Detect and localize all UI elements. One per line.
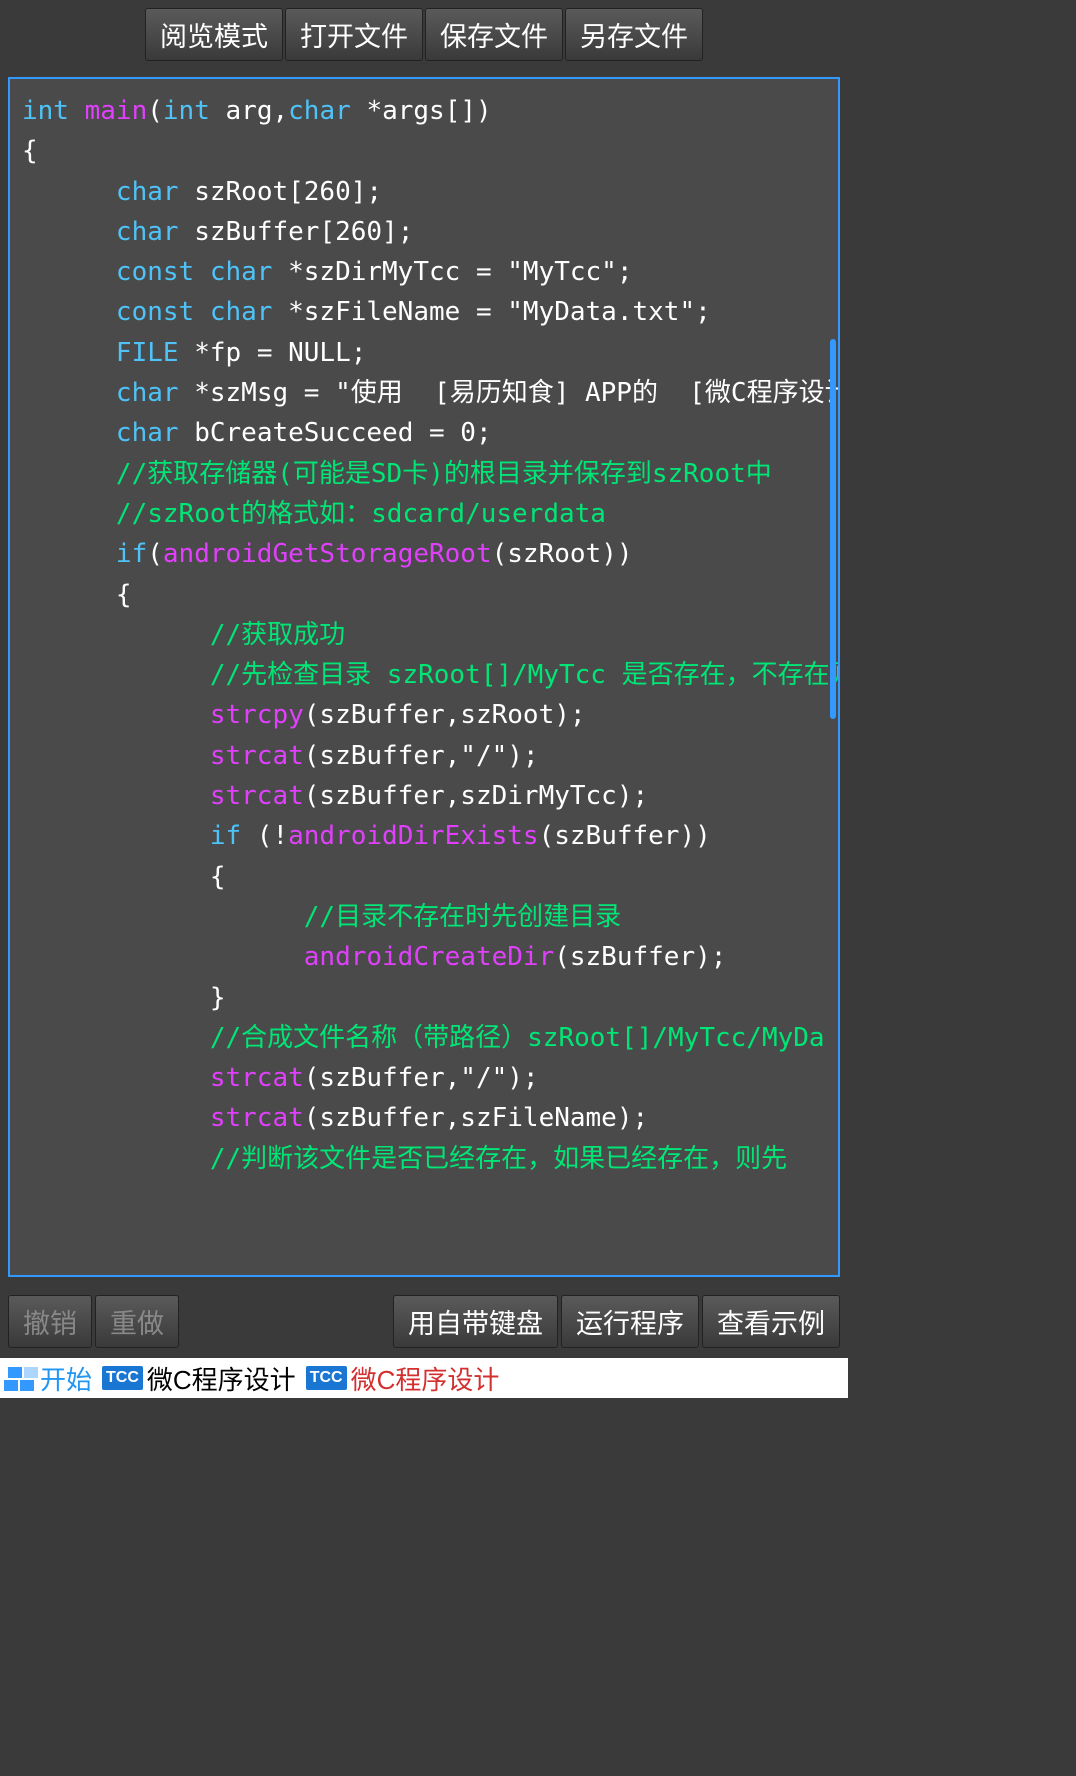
save-file-button[interactable]: 保存文件 <box>425 8 563 61</box>
taskbar: 开始 TCC 微C程序设计 TCC 微C程序设计 <box>0 1358 848 1398</box>
start-icon[interactable] <box>4 1365 34 1391</box>
toolbar-bottom: 撤销 重做 用自带键盘 运行程序 查看示例 <box>0 1285 848 1358</box>
undo-button[interactable]: 撤销 <box>8 1295 92 1348</box>
code-content[interactable]: int main(int arg,char *args[]) { char sz… <box>10 79 838 1275</box>
redo-button[interactable]: 重做 <box>95 1295 179 1348</box>
taskbar-item-1[interactable]: 微C程序设计 <box>147 1360 296 1397</box>
run-button[interactable]: 运行程序 <box>561 1295 699 1348</box>
open-file-button[interactable]: 打开文件 <box>285 8 423 61</box>
toolbar-top: 阅览模式 打开文件 保存文件 另存文件 <box>0 0 848 69</box>
scrollbar[interactable] <box>830 339 836 719</box>
taskbar-item-2[interactable]: 微C程序设计 <box>351 1360 500 1397</box>
start-button[interactable]: 开始 <box>40 1360 92 1397</box>
tcc-icon: TCC <box>102 1366 143 1390</box>
tcc-icon: TCC <box>306 1366 347 1390</box>
read-mode-button[interactable]: 阅览模式 <box>145 8 283 61</box>
code-editor[interactable]: int main(int arg,char *args[]) { char sz… <box>8 77 840 1277</box>
save-as-button[interactable]: 另存文件 <box>565 8 703 61</box>
examples-button[interactable]: 查看示例 <box>702 1295 840 1348</box>
keyboard-button[interactable]: 用自带键盘 <box>393 1295 558 1348</box>
